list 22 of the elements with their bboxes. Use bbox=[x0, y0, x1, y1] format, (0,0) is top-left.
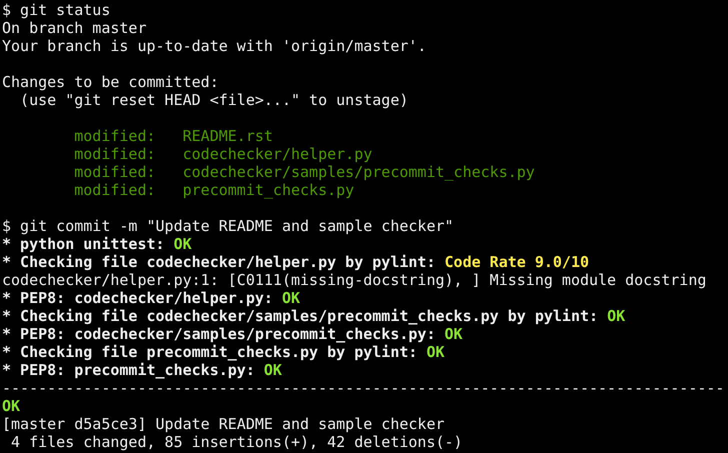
terminal-line: * Checking file codechecker/helper.py by pylint: Code Rate 9.0/10 bbox=[2, 253, 590, 271]
terminal-line: modified: precommit_checks.py bbox=[73, 181, 354, 199]
terminal-line: modified: README.rst bbox=[73, 127, 273, 145]
terminal-line: modified: codechecker/samples/precommit_checks.py bbox=[73, 163, 535, 181]
terminal-line: (use "git reset HEAD <file>..." to unstage) bbox=[19, 91, 408, 109]
terminal-line: * python unittest: OK bbox=[2, 235, 192, 253]
terminal-line: modified: codechecker/helper.py bbox=[73, 145, 372, 163]
terminal-line: * Checking file precommit_checks.py by pylint: OK bbox=[2, 343, 445, 361]
terminal-line: 4 files changed, 85 insertions(+), 42 deletions(-) bbox=[10, 433, 463, 451]
terminal-line: On branch master bbox=[2, 19, 146, 37]
terminal-line: $ git status bbox=[2, 1, 110, 19]
terminal-line: $ git commit -m "Update README and sample checker" bbox=[2, 217, 454, 235]
terminal-line: [master d5a5ce3] Update README and sample checker bbox=[2, 415, 445, 433]
terminal-line: * Checking file codechecker/samples/precommit_checks.py by pylint: OK bbox=[2, 307, 626, 325]
terminal-line: * PEP8: codechecker/helper.py: OK bbox=[2, 289, 300, 307]
terminal-line: Your branch is up-to-date with 'origin/master'. bbox=[2, 37, 426, 55]
terminal-line: OK bbox=[2, 397, 20, 415]
terminal-line: -------------------------------------------------------------------------------- bbox=[2, 379, 724, 397]
terminal-line: Changes to be committed: bbox=[2, 73, 219, 91]
terminal-line: * PEP8: precommit_checks.py: OK bbox=[2, 361, 282, 379]
terminal-line: * PEP8: codechecker/samples/precommit_checks.py: OK bbox=[2, 325, 463, 343]
terminal-line: codechecker/helper.py:1: [C0111(missing-docstring), ] Missing module docstring bbox=[2, 271, 706, 289]
